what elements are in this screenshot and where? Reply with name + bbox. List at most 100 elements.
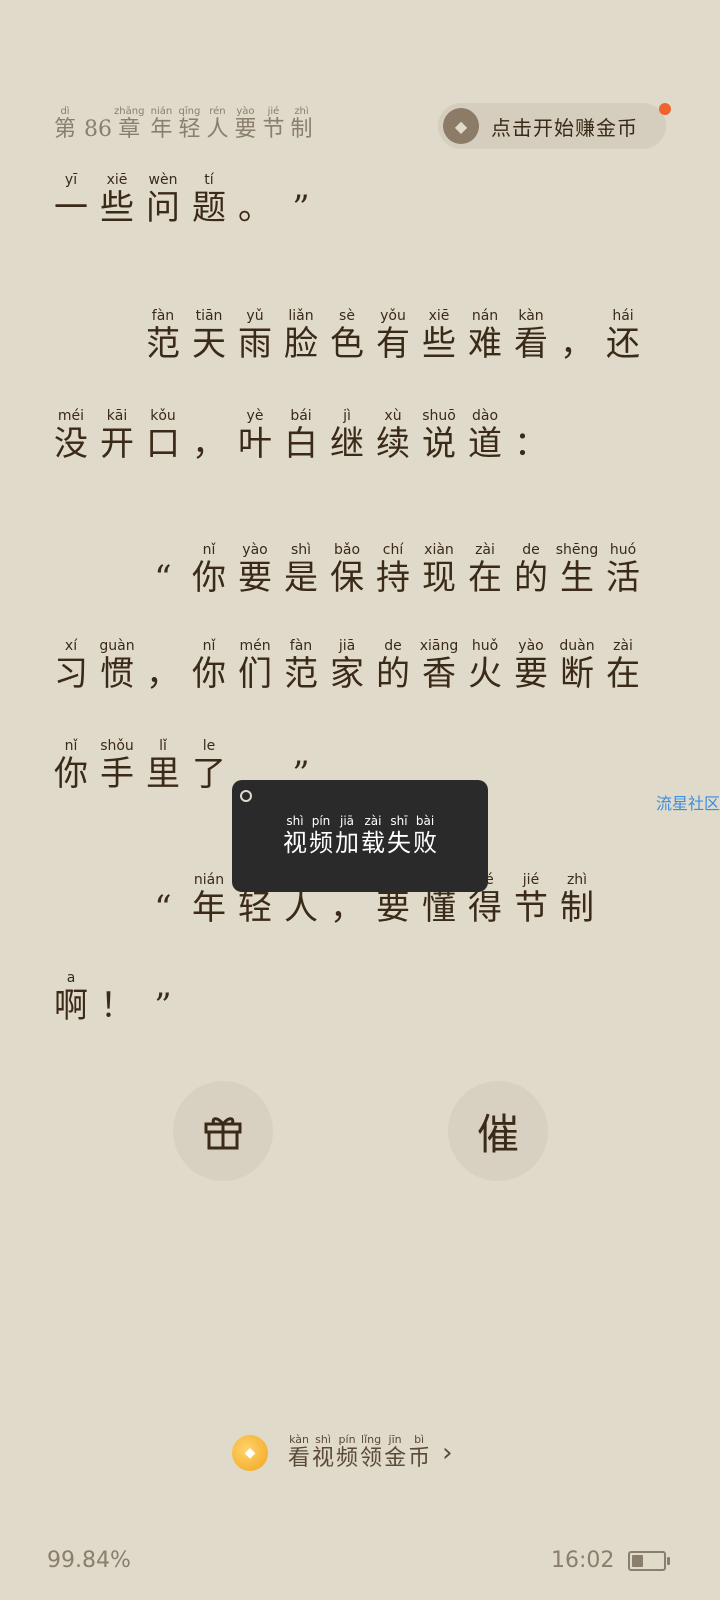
text-char: pín 频 [309,813,333,858]
text-line: fàn 范 tiān 天 yǔ 雨 liǎn 脸 sè 色 yǒu 有 xiē 些 nán 难 kàn 看， hái… [54,308,652,364]
pinyin: de [522,542,540,558]
hanzi: 雨 [238,324,272,364]
hanzi: 啊 [54,986,88,1026]
text-char [100,348,134,364]
hanzi: 一 [54,188,88,228]
pinyin: fàn [151,308,175,324]
hanzi: 的 [514,558,548,598]
text-char: de 的 [514,542,548,598]
text-line: “nǐ 你 yào 要 shì 是 bǎo 保 chí 持 xiàn 现 zài 在 de 的 shēng 生 hu… [54,542,652,598]
text-char: shuō 说 [422,408,456,464]
hanzi: 人 [284,888,318,928]
text-char: jì 继 [330,408,364,464]
text-char: bài 败 [413,814,437,858]
text-line: méi 没 kāi 开 kǒu 口， yè 叶 bái 白 jì 继 xù 续 shuō 说 dào 道： [54,408,560,464]
text-char: mén 们 [238,638,272,694]
hanzi: 。 [238,188,272,228]
hanzi: 节 [262,117,285,142]
hanzi: 看 [514,324,548,364]
hanzi: 难 [468,324,502,364]
text-char: xiāng 香 [419,638,459,694]
hanzi: 生 [560,558,594,598]
text-char: jié 节 [262,106,284,143]
pinyin: zài [475,542,495,558]
text-char: ， [146,638,180,694]
pinyin: shì [315,1433,331,1446]
text-char: shǒu 手 [100,738,134,794]
text-char: méi 没 [54,408,88,464]
pinyin: kàn [518,308,544,324]
text-char: le 了 [192,738,226,794]
hanzi: “ [154,558,172,598]
hanzi: 叶 [238,424,272,464]
text-char: zài 在 [606,638,640,694]
pinyin: wèn [148,172,178,188]
pinyin: huǒ [471,638,499,654]
hanzi: 你 [192,654,226,694]
pinyin: zhì [294,106,309,117]
text-char: zài 在 [468,542,502,598]
pinyin: nǐ [202,542,216,558]
pinyin: huó [609,542,637,558]
hanzi: 要 [238,558,272,598]
pinyin: tí [204,172,214,188]
text-char: dào 道 [468,408,502,464]
text-char: xiē 些 [100,172,134,228]
pinyin: shì [286,813,304,828]
pinyin: duàn [559,638,595,654]
pinyin: pín [311,813,331,828]
text-char: zhì 制 [291,106,313,143]
notification-dot [659,103,671,115]
text-char: pín 频 [336,1434,358,1472]
text-char: qīng轻 [178,106,200,143]
watch-video-coins-link[interactable]: ◆ kàn 看 shì 视 pín 频 lǐng 领 jīn 金 bì 币 › [232,1434,453,1472]
hanzi: 道 [468,424,502,464]
pinyin: nián [193,872,225,888]
text-char: shēng 生 [556,542,599,598]
text-char: “ [146,872,180,928]
pinyin: yào [236,106,255,117]
pinyin: nǐ [64,738,78,754]
text-char [54,912,88,928]
hanzi: 要 [376,888,410,928]
text-char [100,582,134,598]
text-char: nián 年 [150,106,172,143]
pinyin: yǔ [246,308,264,324]
pinyin: de [384,638,402,654]
hanzi: 天 [192,324,226,364]
urge-label: 催 [476,1109,519,1159]
hanzi: ” [154,986,172,1026]
chapter-title-chars: zhāng 章 nián 年 qīng 轻 rén 人 yào 要 jié 节 zhì 制 [114,106,319,143]
pinyin: kǒu [150,408,176,424]
hanzi: 在 [468,558,502,598]
hanzi: 是 [284,558,318,598]
hanzi: 领 [360,1446,383,1471]
hanzi: 脸 [284,324,318,364]
chapter-title: dì 第 86 zhāng 章 nián 年 qīng 轻 rén 人 yào 要 jié 节 zhì 制 [54,106,319,143]
text-char: xù 续 [376,408,410,464]
text-char [54,348,88,364]
text-char: zhì 制 [560,872,594,928]
text-char: shī 失 [387,814,411,858]
hanzi: 人 [206,117,229,142]
text-char: ， [192,408,226,464]
toast-message: shì 视 pín 频 jiā 加 zài 载 shī 失 bài 败 [282,813,438,858]
urge-update-button[interactable]: 催 [448,1081,548,1181]
gift-button[interactable] [173,1081,273,1181]
chevron-right-icon: › [442,1438,453,1468]
text-char: lǐ 里 [146,738,180,794]
earn-coins-button[interactable]: ◆ 点击开始赚金币 [438,103,666,149]
text-char: tí 题 [192,172,226,228]
clock: 16:02 [551,1548,615,1573]
hanzi: 继 [330,424,364,464]
gift-icon [204,1117,242,1150]
pinyin: xiāng [419,638,459,654]
pinyin: yī [64,172,78,188]
pinyin: jīn [388,1433,402,1446]
hanzi: 金 [384,1446,407,1471]
hanzi: 载 [361,828,385,857]
pinyin: rén [209,106,226,117]
text-char: nán 难 [468,308,502,364]
toast-indicator-icon [240,790,252,802]
hanzi: 些 [422,324,456,364]
